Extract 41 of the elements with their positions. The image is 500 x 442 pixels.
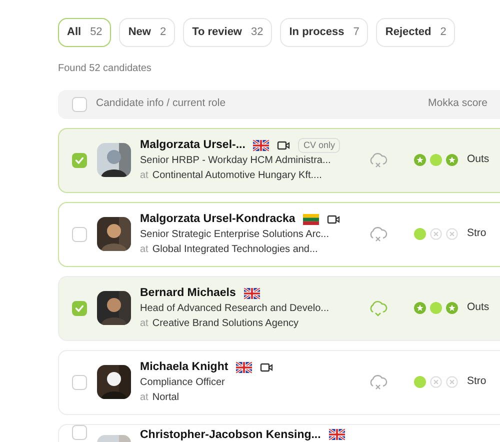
checkbox[interactable] <box>72 374 87 390</box>
checkbox[interactable] <box>72 152 87 168</box>
score-label: Stro <box>467 226 486 242</box>
filter-tab[interactable]: In process 7 <box>280 18 368 46</box>
candidate-name: Malgorzata Ursel-... <box>140 138 246 152</box>
score-label: Outs <box>467 300 490 316</box>
candidate-card[interactable]: Bernard Michaels Head of Advanced Research and Develo... at Creative Brand Solutions Agency Outs <box>58 276 500 340</box>
checkbox[interactable] <box>72 226 87 242</box>
checkbox[interactable] <box>72 424 87 440</box>
candidate-name: Bernard Michaels <box>140 286 236 300</box>
score-label: Outs <box>467 152 490 168</box>
filter-tab[interactable]: Rejected 2 <box>376 18 456 46</box>
at-label: at <box>140 242 148 256</box>
checkbox[interactable] <box>72 96 87 112</box>
candidate-name: Michaela Knight <box>140 360 228 374</box>
checkbox[interactable] <box>72 300 87 316</box>
company-name: Continental Automotive Hungary Kft.... <box>152 168 322 182</box>
at-label: at <box>140 390 148 404</box>
candidate-role: Senior HRBP - Workday HCM Administra... <box>140 154 332 168</box>
filter-tab[interactable]: New 2 <box>119 18 176 46</box>
candidate-card[interactable]: Christopher-Jacobson Kensing... <box>58 424 500 442</box>
candidate-name: Christopher-Jacobson Kensing... <box>140 428 321 440</box>
at-label: at <box>140 316 148 330</box>
candidate-role: Senior Strategic Enterprise Solutions Arc... <box>140 228 330 242</box>
candidate-card[interactable]: Michaela Knight Compliance Officer at Nortal Stro <box>58 350 500 414</box>
score-label: Stro <box>467 374 486 390</box>
filter-tab[interactable]: All 52 <box>58 18 112 46</box>
column-header: Candidate info / current role <box>96 96 227 112</box>
filter-tab[interactable]: To review 32 <box>183 18 272 46</box>
result-count: Found 52 candidates <box>58 62 152 76</box>
candidate-card[interactable]: Malgorzata Ursel-Kondracka Senior Strategic Enterprise Solutions Arc... at Global Integrated Technologies and... Stro <box>58 202 500 266</box>
candidate-role: Head of Advanced Research and Develo... <box>140 302 330 316</box>
company-name: Nortal <box>152 390 180 404</box>
candidate-card[interactable]: Malgorzata Ursel-... CV only Senior HRBP - Workday HCM Administra... at Continental Automotive Hungary Kft.... Outs <box>58 128 500 192</box>
at-label: at <box>140 168 148 182</box>
company-name: Global Integrated Technologies and... <box>152 242 318 256</box>
column-header: Mokka score <box>428 96 488 112</box>
cv-only-tag: CV only <box>298 138 340 152</box>
company-name: Creative Brand Solutions Agency <box>152 316 299 330</box>
candidate-name: Malgorzata Ursel-Kondracka <box>140 212 296 226</box>
candidate-role: Compliance Officer <box>140 376 226 390</box>
